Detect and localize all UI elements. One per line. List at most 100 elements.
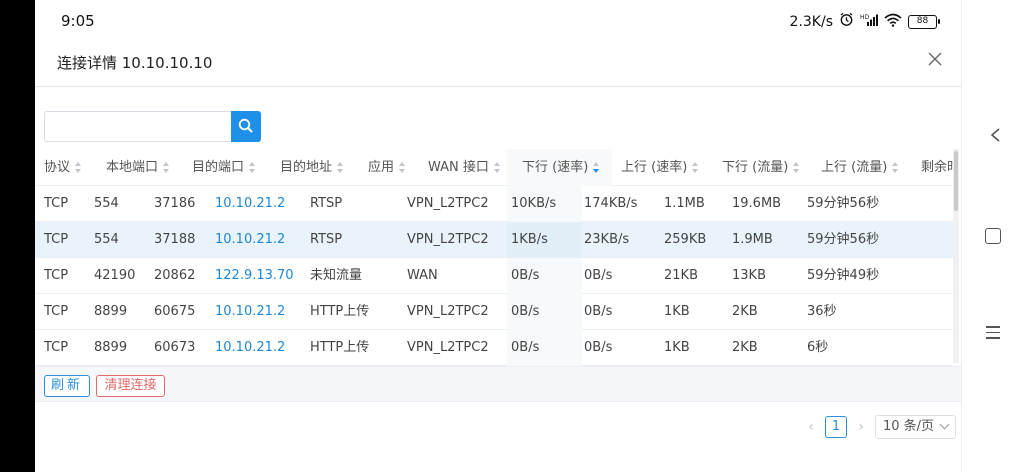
cell-down-rate: 0B/s: [511, 268, 540, 283]
search-input[interactable]: [44, 111, 231, 142]
cell-up-traffic: 13KB: [732, 268, 766, 283]
col-up-rate[interactable]: 上行 (速率): [621, 149, 699, 186]
page-number[interactable]: 1: [825, 416, 847, 438]
cell-dest-port: 60675: [154, 304, 196, 319]
cell-protocol: TCP: [44, 304, 69, 319]
cell-up-traffic: 2KB: [732, 304, 758, 319]
close-icon[interactable]: [925, 51, 945, 71]
col-up-traffic[interactable]: 上行 (流量): [821, 149, 899, 186]
col-wan-interface[interactable]: WAN 接口: [428, 149, 501, 186]
table-scrollbar[interactable]: [953, 149, 959, 363]
col-local-port[interactable]: 本地端口: [106, 149, 170, 186]
cell-dest-address[interactable]: 10.10.21.2: [215, 186, 285, 222]
cell-remaining: 36秒: [807, 304, 837, 319]
chevron-down-icon: [939, 419, 950, 430]
cell-down-rate: 0B/s: [511, 304, 540, 319]
cell-down-traffic: 1KB: [664, 304, 690, 319]
back-icon[interactable]: [989, 128, 1001, 142]
cell-dest-port: 37188: [154, 232, 196, 247]
cell-up-rate: 23KB/s: [584, 232, 630, 247]
cell-dest-port: 20862: [154, 268, 196, 283]
page-size-select[interactable]: 10 条/页: [875, 415, 956, 439]
app-window: 9:05 2.3K/s HD 88 连接详情 10.10.10.10 协议 本地…: [35, 0, 961, 472]
col-remaining-time[interactable]: 剩余时: [921, 149, 953, 186]
cell-dest-address[interactable]: 10.10.21.2: [215, 222, 285, 258]
sort-icon: [74, 161, 82, 174]
battery-icon: 88: [908, 14, 940, 29]
cell-down-traffic: 21KB: [664, 268, 698, 283]
sort-desc-icon: [592, 161, 600, 174]
sort-icon: [248, 161, 256, 174]
home-icon[interactable]: [985, 228, 1001, 244]
action-bar: 刷新 清理连接: [35, 366, 961, 402]
col-protocol[interactable]: 协议: [44, 149, 82, 186]
dialog-title: 连接详情 10.10.10.10: [57, 54, 213, 72]
cell-remaining: 59分钟56秒: [807, 232, 880, 247]
cell-application: HTTP上传: [310, 304, 370, 319]
table-row[interactable]: TCP 554 37186 10.10.21.2 RTSP VPN_L2TPC2…: [35, 186, 953, 222]
table-row[interactable]: TCP 8899 60673 10.10.21.2 HTTP上传 VPN_L2T…: [35, 330, 953, 366]
svg-text:HD: HD: [860, 14, 870, 21]
sort-icon: [493, 161, 501, 174]
clear-connections-button[interactable]: 清理连接: [96, 375, 165, 397]
sort-icon: [162, 161, 170, 174]
cell-protocol: TCP: [44, 232, 69, 247]
pagination: ‹ 1 › 10 条/页: [805, 415, 956, 439]
cell-remaining: 59分钟49秒: [807, 268, 880, 283]
sort-icon: [398, 161, 406, 174]
col-application[interactable]: 应用: [368, 149, 406, 186]
cell-protocol: TCP: [44, 268, 69, 283]
refresh-button[interactable]: 刷新: [44, 375, 90, 397]
page-size-label: 10 条/页: [883, 419, 935, 434]
search-button[interactable]: [231, 111, 261, 142]
cell-wan: VPN_L2TPC2: [407, 304, 489, 319]
connections-table: 协议 本地端口 目的端口 目的地址 应用 WAN 接口 下行 (速率) 上行 (…: [35, 149, 953, 366]
table-row[interactable]: TCP 554 37188 10.10.21.2 RTSP VPN_L2TPC2…: [35, 222, 953, 258]
cell-dest-address[interactable]: 122.9.13.70: [215, 258, 294, 294]
col-dest-port[interactable]: 目的端口: [192, 149, 256, 186]
cell-dest-address[interactable]: 10.10.21.2: [215, 294, 285, 330]
col-dest-address[interactable]: 目的地址: [280, 149, 344, 186]
left-edge: [0, 0, 35, 472]
cell-down-rate: 10KB/s: [511, 196, 557, 211]
dialog-header: 连接详情 10.10.10.10: [35, 44, 961, 87]
cell-application: RTSP: [310, 232, 343, 247]
table-row[interactable]: TCP 42190 20862 122.9.13.70 未知流量 WAN 0B/…: [35, 258, 953, 294]
cell-dest-port: 37186: [154, 196, 196, 211]
cell-wan: VPN_L2TPC2: [407, 196, 489, 211]
cell-dest-port: 60673: [154, 340, 196, 355]
cell-up-rate: 174KB/s: [584, 196, 638, 211]
cell-wan: VPN_L2TPC2: [407, 232, 489, 247]
table-row[interactable]: TCP 8899 60675 10.10.21.2 HTTP上传 VPN_L2T…: [35, 294, 953, 330]
cell-wan: WAN: [407, 268, 438, 283]
wifi-icon: [884, 13, 902, 31]
scrollbar-thumb[interactable]: [954, 151, 958, 211]
sort-icon: [691, 161, 699, 174]
cell-down-traffic: 259KB: [664, 232, 707, 247]
next-page-icon[interactable]: ›: [855, 419, 867, 435]
status-time: 9:05: [61, 12, 95, 30]
cell-up-traffic: 1.9MB: [732, 232, 773, 247]
col-down-rate[interactable]: 下行 (速率): [507, 149, 612, 186]
cell-local-port: 554: [94, 232, 119, 247]
cell-application: HTTP上传: [310, 340, 370, 355]
status-right: 2.3K/s HD 88: [789, 12, 940, 31]
cell-application: 未知流量: [310, 268, 363, 283]
cell-wan: VPN_L2TPC2: [407, 340, 489, 355]
col-down-traffic[interactable]: 下行 (流量): [722, 149, 800, 186]
signal-icon: HD: [860, 13, 878, 31]
cell-dest-address[interactable]: 10.10.21.2: [215, 330, 285, 366]
cell-down-rate: 0B/s: [511, 340, 540, 355]
cell-remaining: 6秒: [807, 340, 829, 355]
prev-page-icon[interactable]: ‹: [805, 419, 817, 435]
cell-protocol: TCP: [44, 196, 69, 211]
alarm-icon: [839, 12, 854, 31]
cell-local-port: 554: [94, 196, 119, 211]
cell-protocol: TCP: [44, 340, 69, 355]
network-speed: 2.3K/s: [789, 13, 833, 30]
cell-up-rate: 0B/s: [584, 340, 613, 355]
search-icon: [238, 118, 253, 133]
sort-icon: [792, 161, 800, 174]
cell-application: RTSP: [310, 196, 343, 211]
menu-icon[interactable]: [986, 326, 1000, 339]
